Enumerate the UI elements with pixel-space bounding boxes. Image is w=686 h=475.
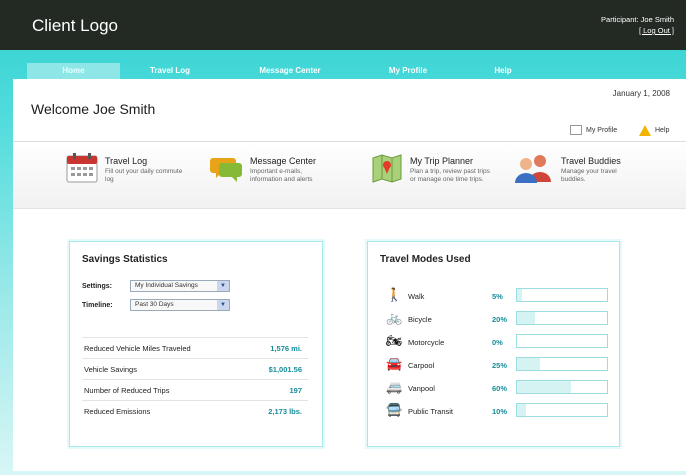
mode-progress-bar — [516, 311, 608, 325]
mode-percent: 0% — [492, 338, 503, 347]
savings-title: Savings Statistics — [82, 254, 168, 265]
timeline-value: Past 30 Days — [135, 301, 174, 308]
profile-box-icon — [570, 125, 582, 135]
stat-row: Reduced Vehicle Miles Traveled 1,576 mi. — [82, 337, 308, 357]
stat-row: Vehicle Savings $1,001.56 — [82, 358, 308, 378]
bus-icon: 🚍 — [386, 402, 403, 417]
stat-label: Reduced Emissions — [84, 407, 151, 416]
chevron-down-icon: ▼ — [217, 300, 229, 310]
quick-link-title: My Trip Planner — [410, 156, 474, 166]
mode-percent: 5% — [492, 292, 503, 301]
mode-progress-bar — [516, 288, 608, 302]
quick-link-desc: Plan a trip, review past trips or manage… — [410, 168, 490, 183]
mode-progress-bar — [516, 380, 608, 394]
stat-label: Number of Reduced Trips — [84, 386, 170, 395]
mode-percent: 25% — [492, 361, 508, 370]
main-nav: Home Travel Log Message Center My Profil… — [13, 63, 686, 79]
nav-my-profile[interactable]: My Profile — [373, 63, 443, 79]
stat-row: Reduced Emissions 2,173 lbs. — [82, 400, 308, 420]
mode-label: Motorcycle — [408, 338, 445, 347]
car-icon: 🚘 — [386, 356, 403, 371]
nav-travel-log[interactable]: Travel Log — [133, 63, 207, 79]
mode-percent: 60% — [492, 384, 508, 393]
quick-link-desc: Fill out your daily commute log — [105, 168, 183, 183]
client-logo: Client Logo — [32, 16, 119, 35]
help-link[interactable]: Help — [639, 124, 669, 136]
chevron-down-icon: ▼ — [217, 281, 229, 291]
welcome-heading: Welcome Joe Smith — [31, 101, 156, 117]
mode-progress-bar — [516, 357, 608, 371]
settings-value: My Individual Savings — [135, 282, 198, 289]
mode-row-carpool: 🚘 Carpool 25% — [386, 355, 618, 375]
mode-row-vanpool: 🚐 Vanpool 60% — [386, 378, 618, 398]
quick-link-desc: Manage your travel buddies. — [561, 168, 617, 183]
mode-row-walk: 🚶 Walk 5% — [386, 286, 618, 306]
travel-modes-panel: Travel Modes Used 🚶 Walk 5% 🚲 Bicycle 20… — [367, 241, 620, 447]
calendar-icon — [66, 153, 98, 183]
mode-row-motorcycle: 🏍 Motorcycle 0% — [386, 332, 618, 352]
stat-value: 2,173 lbs. — [268, 407, 302, 416]
participant-name: Participant: Joe Smith — [601, 15, 674, 24]
stat-label: Vehicle Savings — [84, 365, 137, 374]
timeline-label: Timeline: — [82, 302, 113, 309]
motorcycle-icon: 🏍 — [386, 333, 403, 348]
mode-bar-fill — [517, 358, 540, 370]
travel-modes-title: Travel Modes Used — [380, 254, 471, 265]
nav-help[interactable]: Help — [483, 63, 523, 79]
mode-label: Walk — [408, 292, 425, 301]
mode-progress-bar — [516, 334, 608, 348]
mode-percent: 20% — [492, 315, 508, 324]
mode-bar-fill — [517, 289, 522, 301]
quick-links-bar: Travel Log Fill out your daily commute l… — [13, 141, 686, 209]
mode-label: Bicycle — [408, 315, 432, 324]
my-profile-link[interactable]: My Profile — [570, 124, 617, 136]
mode-bar-fill — [517, 312, 535, 324]
help-label: Help — [655, 126, 670, 134]
mode-label: Public Transit — [408, 407, 454, 416]
savings-panel: Savings Statistics Settings: My Individu… — [69, 241, 323, 447]
top-bar: Client Logo Participant: Joe Smith [ Log… — [0, 0, 686, 50]
nav-message-center[interactable]: Message Center — [245, 63, 335, 79]
nav-home[interactable]: Home — [27, 63, 120, 79]
stat-value: 197 — [289, 386, 302, 395]
mode-bar-fill — [517, 381, 571, 393]
participant-info: Participant: Joe Smith [ Log Out ] — [601, 14, 674, 36]
quick-link-desc: Important e-mails, information and alert… — [250, 168, 313, 183]
logout-link[interactable]: [ Log Out ] — [601, 25, 674, 36]
settings-label: Settings: — [82, 283, 112, 290]
mode-label: Vanpool — [408, 384, 435, 393]
stat-value: 1,576 mi. — [270, 344, 302, 353]
quick-link-title: Message Center — [250, 156, 317, 166]
stat-value: $1,001.56 — [268, 365, 302, 374]
stat-label: Reduced Vehicle Miles Traveled — [84, 344, 191, 353]
main-content: Welcome Joe Smith January 1, 2008 My Pro… — [13, 79, 686, 471]
current-date: January 1, 2008 — [612, 89, 670, 98]
bicycle-icon: 🚲 — [386, 310, 403, 325]
people-icon — [515, 155, 551, 183]
mode-label: Carpool — [408, 361, 435, 370]
speech-bubbles-icon — [210, 158, 242, 182]
quick-link-title: Travel Buddies — [561, 156, 621, 166]
mode-progress-bar — [516, 403, 608, 417]
mode-row-public-transit: 🚍 Public Transit 10% — [386, 401, 618, 421]
settings-select[interactable]: My Individual Savings ▼ — [130, 280, 230, 292]
mode-row-bicycle: 🚲 Bicycle 20% — [386, 309, 618, 329]
mode-bar-fill — [517, 404, 526, 416]
stat-row: Number of Reduced Trips 197 — [82, 379, 308, 399]
timeline-select[interactable]: Past 30 Days ▼ — [130, 299, 230, 311]
van-icon: 🚐 — [386, 379, 403, 394]
walk-icon: 🚶 — [386, 287, 403, 302]
my-profile-label: My Profile — [586, 126, 618, 134]
warning-icon — [639, 124, 651, 136]
quick-link-title: Travel Log — [105, 156, 148, 166]
mode-percent: 10% — [492, 407, 508, 416]
map-icon — [372, 154, 402, 183]
